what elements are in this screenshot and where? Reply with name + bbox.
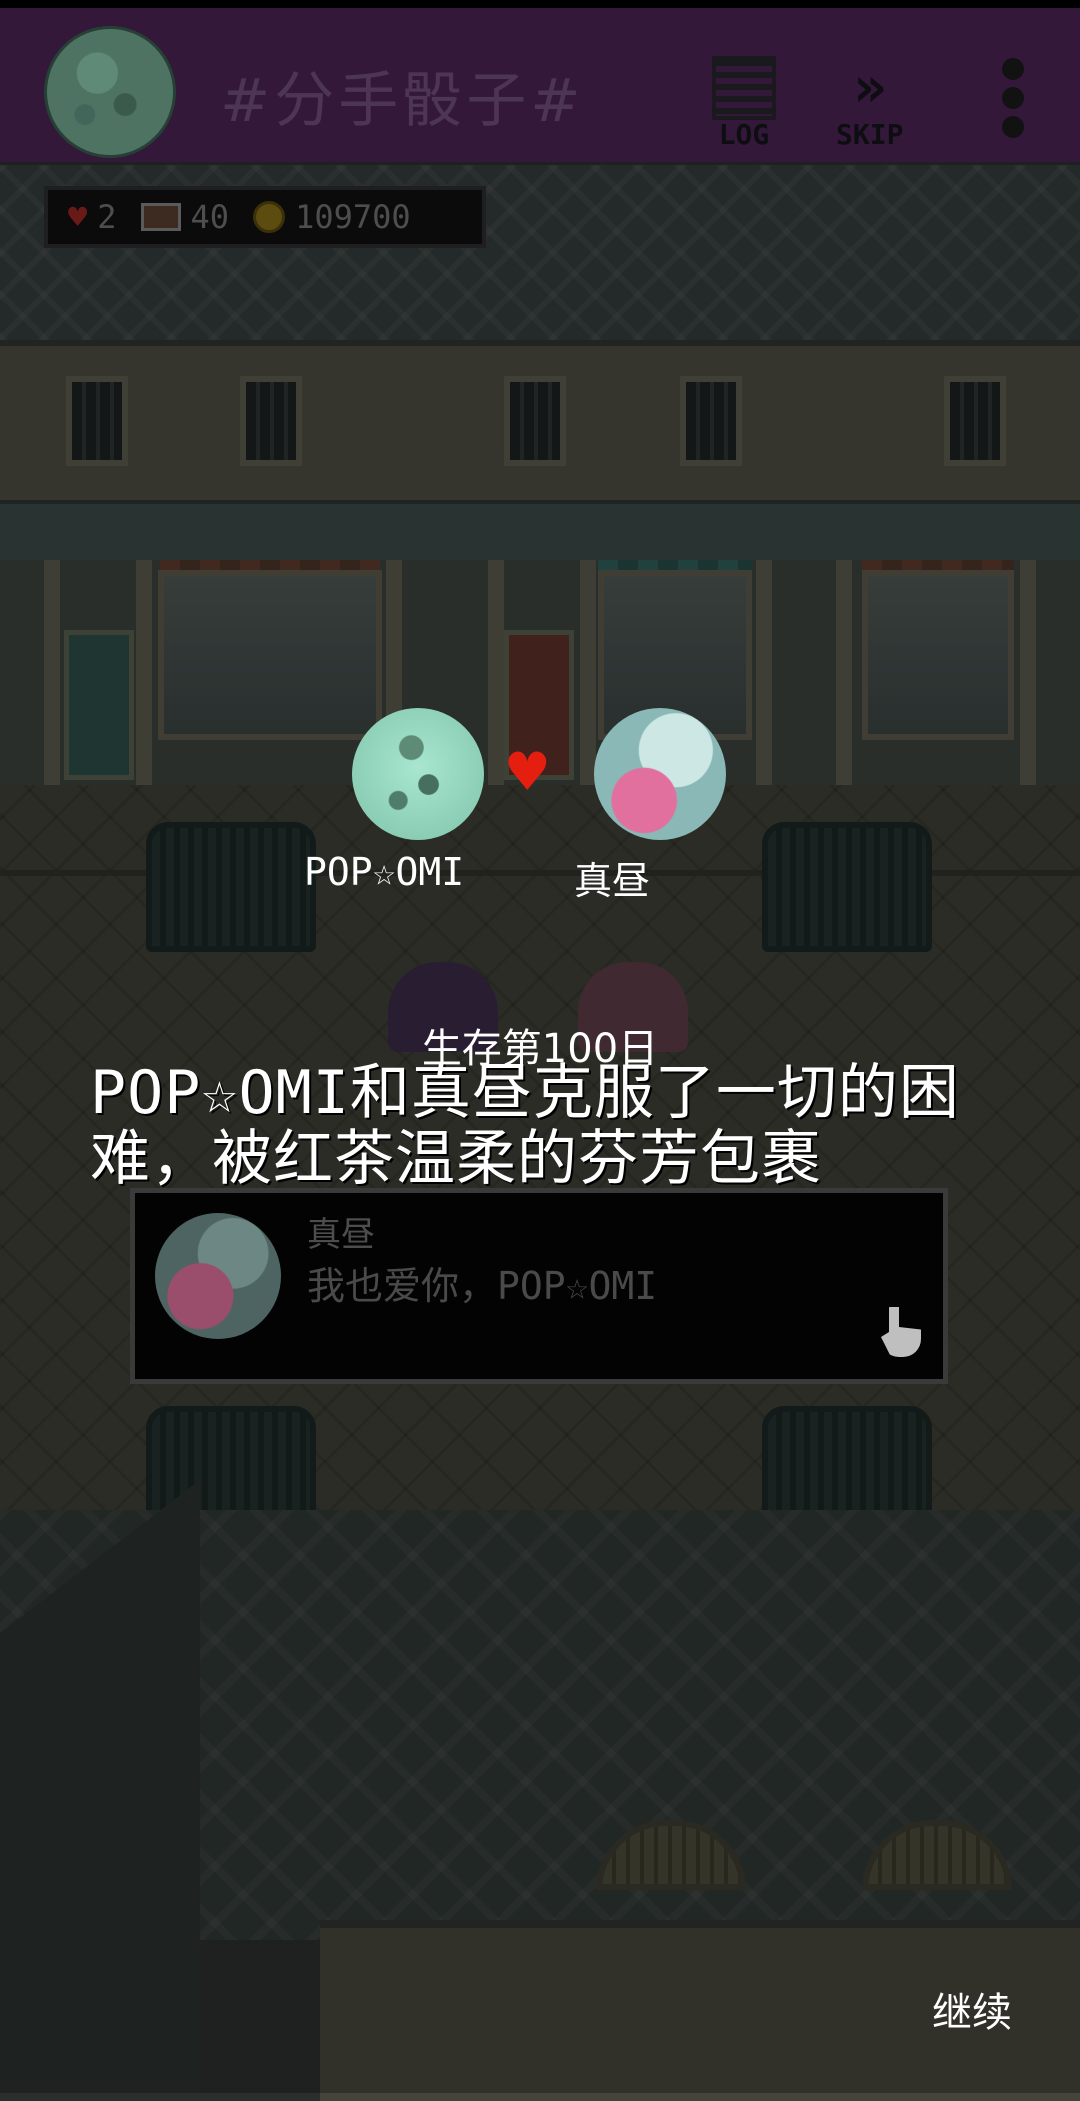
- skip-label: SKIP: [836, 118, 904, 151]
- items-count: 40: [190, 198, 230, 236]
- game-title: #分手骰子#: [220, 66, 585, 136]
- menu-dot: [1002, 58, 1024, 80]
- player-portrait: [352, 708, 484, 840]
- heart-icon: ♥: [508, 736, 547, 810]
- pointing-hand-icon: [881, 1307, 921, 1357]
- heart-icon: ♥: [68, 198, 88, 236]
- log-label: LOG: [718, 118, 770, 151]
- menu-button[interactable]: [998, 58, 1028, 138]
- speaker-avatar: [155, 1213, 281, 1339]
- player-avatar-icon[interactable]: [44, 26, 176, 158]
- log-button[interactable]: LOG: [712, 56, 776, 150]
- partner-name: 真昼: [574, 859, 651, 903]
- skip-button[interactable]: » SKIP: [836, 56, 903, 150]
- hearts-count: 2: [97, 198, 117, 236]
- menu-dot: [1002, 87, 1024, 109]
- top-bar: #分手骰子# LOG » SKIP: [0, 0, 1080, 162]
- item-icon: [140, 203, 181, 231]
- fast-forward-icon: »: [852, 55, 887, 120]
- coins-count: 109700: [295, 198, 411, 236]
- log-icon: [712, 56, 776, 120]
- player-name: POP☆OMI: [304, 850, 465, 894]
- menu-dot: [1002, 116, 1024, 138]
- dialog-line: 我也爱你，POP☆OMI: [307, 1264, 658, 1308]
- dialog-box[interactable]: 真昼 我也爱你，POP☆OMI: [130, 1188, 948, 1384]
- resource-bar: ♥ 2 40 109700: [44, 186, 486, 248]
- story-text: POP☆OMI和真昼克服了一切的困难，被红茶温柔的芬芳包裹: [90, 1058, 960, 1194]
- speaker-name: 真昼: [307, 1215, 375, 1255]
- coin-icon: [253, 201, 286, 233]
- partner-portrait: [594, 708, 726, 840]
- continue-button[interactable]: 继续: [932, 1980, 1012, 2038]
